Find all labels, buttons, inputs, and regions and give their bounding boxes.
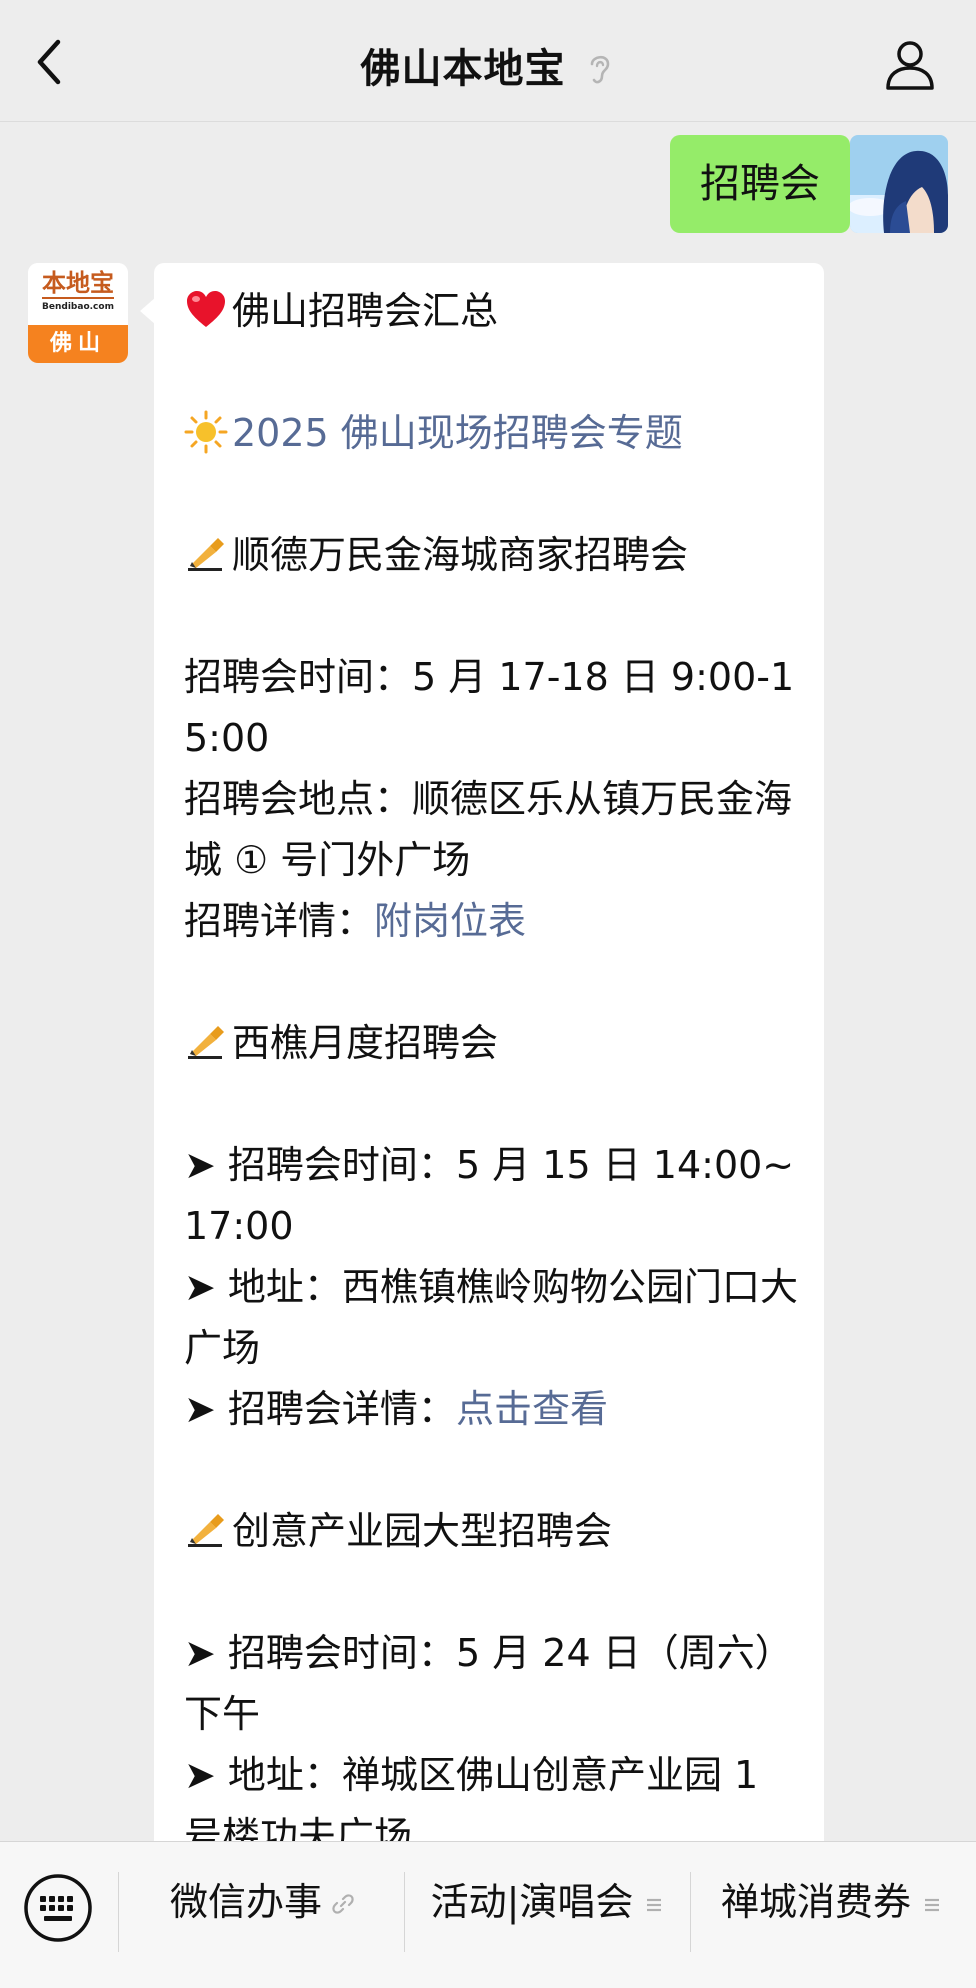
topic-link[interactable]: 2025 佛山现场招聘会专题 bbox=[232, 411, 683, 455]
arrow-bullet: ➤ bbox=[184, 1265, 216, 1309]
arrow-bullet: ➤ bbox=[184, 1631, 216, 1675]
topic-line[interactable]: 2025 佛山现场招聘会专题 bbox=[184, 403, 798, 464]
menu-item-label: 微信办事 bbox=[169, 1880, 322, 1924]
bot-message-bubble[interactable]: 佛山招聘会汇总 2025 佛山现场招聘会专题 顺德万民金海城商家招聘会 招聘会时… bbox=[140, 263, 824, 1841]
person-icon bbox=[886, 41, 934, 90]
event2-detail: ➤ 招聘会详情：点击查看 bbox=[184, 1379, 798, 1440]
menu-divider bbox=[404, 1872, 405, 1952]
arrow-bullet: ➤ bbox=[184, 1143, 216, 1187]
menu-item-label: 禅城消费券 bbox=[720, 1880, 911, 1924]
event2-time: ➤ 招聘会时间：5 月 15 日 14:00~17:00 bbox=[184, 1135, 798, 1257]
writing-hand-icon bbox=[188, 538, 224, 571]
anime-girl-avatar-image bbox=[850, 135, 948, 233]
event1-place: 招聘会地点：顺德区乐从镇万民金海城 ① 号门外广场 bbox=[184, 769, 798, 891]
event2-place: ➤ 地址：西樵镇樵岭购物公园门口大广场 bbox=[184, 1257, 798, 1379]
logo-brand-text: 本地宝 bbox=[42, 268, 114, 297]
event2-detail-link[interactable]: 点击查看 bbox=[456, 1387, 608, 1431]
sun-icon bbox=[184, 410, 228, 454]
chat-area[interactable]: 招聘会 本地宝 Bendibao.com 佛山 佛山招聘会汇总 2025 佛山现… bbox=[0, 123, 976, 1841]
event1-time: 招聘会时间：5 月 17-18 日 9:00-15:00 bbox=[184, 647, 798, 769]
event1-place-label: 招聘会地点： bbox=[184, 777, 413, 821]
chat-title: 佛山本地宝 bbox=[0, 36, 976, 94]
event1-detail-link[interactable]: 附岗位表 bbox=[374, 899, 526, 943]
menu-item-label: 活动|演唱会 bbox=[430, 1880, 634, 1924]
logo-top-area: 本地宝 Bendibao.com bbox=[28, 263, 128, 325]
event2-time-label: 招聘会时间： bbox=[215, 1143, 456, 1187]
menu-item-events-concerts[interactable]: 活动|演唱会 bbox=[406, 1842, 690, 1962]
arrow-bullet: ➤ bbox=[184, 1387, 216, 1431]
keyboard-toggle-button[interactable] bbox=[22, 1872, 94, 1944]
event3-time: ➤ 招聘会时间：5 月 24 日（周六）下午 bbox=[184, 1623, 798, 1745]
self-message-text: 招聘会 bbox=[700, 161, 820, 207]
event-title-line: 顺德万民金海城商家招聘会 bbox=[184, 525, 798, 586]
event3-time-label: 招聘会时间： bbox=[215, 1631, 456, 1675]
writing-hand-icon bbox=[188, 1026, 224, 1059]
menu-lines-icon bbox=[925, 1898, 939, 1912]
bottom-menu-bar: 微信办事 活动|演唱会 禅城消费券 bbox=[0, 1841, 976, 1988]
chat-page: 佛山本地宝 招聘会 本地宝 Bendibao.com 佛山 佛山招聘会汇总 20… bbox=[0, 0, 976, 1988]
official-account-avatar[interactable]: 本地宝 Bendibao.com 佛山 bbox=[28, 263, 128, 363]
writing-hand-icon bbox=[188, 1514, 224, 1547]
event1-title: 顺德万民金海城商家招聘会 bbox=[232, 533, 689, 577]
event1-time-label: 招聘会时间： bbox=[184, 655, 413, 699]
event3-place-label: 地址： bbox=[215, 1753, 342, 1797]
chat-title-text: 佛山本地宝 bbox=[360, 46, 566, 92]
event2-detail-label: 招聘会详情： bbox=[215, 1387, 456, 1431]
event1-detail-label: 招聘详情： bbox=[184, 899, 375, 943]
self-message-bubble[interactable]: 招聘会 bbox=[670, 135, 864, 233]
menu-lines-icon bbox=[647, 1898, 662, 1912]
menu-divider bbox=[690, 1872, 691, 1952]
event2-place-label: 地址： bbox=[215, 1265, 342, 1309]
event2-title: 西樵月度招聘会 bbox=[232, 1021, 499, 1065]
chat-header: 佛山本地宝 bbox=[0, 0, 976, 122]
menu-divider bbox=[118, 1872, 119, 1952]
heart-icon bbox=[187, 291, 225, 327]
keyboard-icon bbox=[24, 1874, 92, 1942]
summary-title: 佛山招聘会汇总 bbox=[232, 289, 499, 333]
summary-line: 佛山招聘会汇总 bbox=[184, 281, 798, 342]
arrow-bullet: ➤ bbox=[184, 1753, 216, 1797]
logo-url-text: Bendibao.com bbox=[42, 302, 114, 312]
ear-icon bbox=[590, 55, 609, 84]
profile-button[interactable] bbox=[880, 34, 940, 94]
event-title-line: 西樵月度招聘会 bbox=[184, 1013, 798, 1074]
link-icon bbox=[332, 1894, 354, 1914]
event1-detail: 招聘详情：附岗位表 bbox=[184, 891, 798, 952]
event3-title: 创意产业园大型招聘会 bbox=[232, 1509, 613, 1553]
logo-city-text: 佛山 bbox=[28, 325, 128, 363]
event-title-line: 创意产业园大型招聘会 bbox=[184, 1501, 798, 1562]
event3-place: ➤ 地址：禅城区佛山创意产业园 1 号楼功夫广场 bbox=[184, 1745, 798, 1841]
self-avatar[interactable] bbox=[850, 135, 948, 233]
logo-divider bbox=[42, 297, 114, 299]
menu-item-chancheng-coupons[interactable]: 禅城消费券 bbox=[692, 1842, 972, 1962]
menu-item-wechat-services[interactable]: 微信办事 bbox=[120, 1842, 404, 1962]
